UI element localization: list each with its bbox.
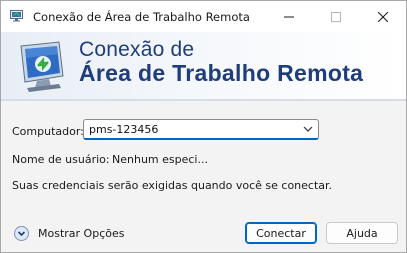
maximize-button[interactable] xyxy=(313,1,359,32)
close-icon xyxy=(378,11,388,22)
connect-button[interactable]: Conectar xyxy=(245,222,317,244)
header-banner: Conexão de Área de Trabalho Remota xyxy=(1,32,406,101)
remote-desktop-window: Conexão de Área de Trabalho Remota Conex… xyxy=(0,0,407,253)
show-options-toggle[interactable]: Mostrar Opções xyxy=(14,226,124,241)
credentials-message: Suas credenciais serão exigidas quando v… xyxy=(12,179,333,192)
show-options-label[interactable]: Mostrar Opções xyxy=(38,227,124,240)
expand-circle-icon[interactable] xyxy=(14,226,29,241)
window-title: Conexão de Área de Trabalho Remota xyxy=(33,10,250,24)
computer-label: Computador: xyxy=(12,125,84,138)
remote-desktop-logo-icon xyxy=(20,41,64,92)
minimize-icon xyxy=(284,16,294,17)
close-button[interactable] xyxy=(360,1,406,32)
username-label: Nome de usuário: xyxy=(12,153,110,166)
computer-input[interactable]: pms-123456 xyxy=(89,123,158,136)
maximize-icon xyxy=(331,11,341,22)
banner-title-line2: Área de Trabalho Remota xyxy=(79,60,364,86)
chevron-down-icon[interactable] xyxy=(302,123,314,135)
title-bar[interactable]: Conexão de Área de Trabalho Remota xyxy=(1,1,406,32)
computer-combobox[interactable]: pms-123456 xyxy=(83,119,319,140)
username-value: Nenhum especi... xyxy=(112,153,208,166)
remote-desktop-icon xyxy=(10,10,23,22)
banner-title-line1: Conexão de xyxy=(79,38,195,61)
minimize-button[interactable] xyxy=(266,1,312,32)
help-button[interactable]: Ajuda xyxy=(326,222,398,244)
dialog-body: Computador: pms-123456 Nome de usuário: … xyxy=(1,101,406,252)
